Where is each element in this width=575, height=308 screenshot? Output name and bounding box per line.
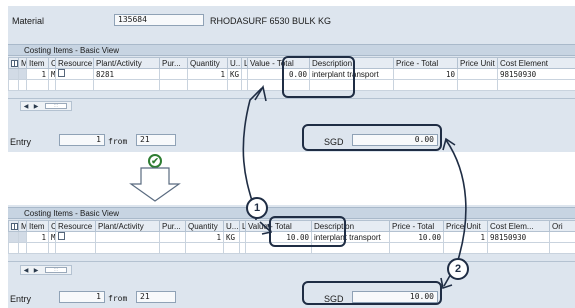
column-header[interactable]: Description bbox=[309, 57, 394, 69]
currency-label: SGD bbox=[324, 294, 344, 304]
total-field: 10.00 bbox=[352, 291, 438, 303]
row-selector[interactable] bbox=[8, 231, 19, 243]
material-description: RHODASURF 6530 BULK KG bbox=[210, 16, 332, 26]
column-header[interactable]: L bbox=[239, 220, 246, 232]
currency-label: SGD bbox=[324, 137, 344, 147]
column-header[interactable]: Ori bbox=[549, 220, 575, 232]
total-field: 0.00 bbox=[352, 134, 438, 146]
costing-items-table: M Item C Resource Plant/Activity Pur... … bbox=[8, 220, 575, 254]
scroll-left-icon[interactable]: ◀ bbox=[21, 267, 31, 274]
row-selector[interactable] bbox=[8, 68, 19, 80]
entry-field[interactable]: 1 bbox=[59, 291, 105, 303]
callout-1-badge: 1 bbox=[246, 197, 268, 219]
column-header[interactable]: Pur... bbox=[159, 220, 186, 232]
column-header[interactable]: C bbox=[48, 220, 56, 232]
from-field: 21 bbox=[136, 134, 176, 146]
table-row[interactable]: 1 M 1 KG 10.00 interplant transport 10.0… bbox=[8, 231, 575, 243]
table-header-row: M Item C Resource Plant/Activity Pur... … bbox=[8, 220, 575, 232]
plant-activity-cell[interactable]: 8281 bbox=[93, 68, 160, 80]
resource-cell[interactable] bbox=[55, 68, 94, 80]
from-label: from bbox=[108, 294, 128, 303]
column-header[interactable]: Pur... bbox=[159, 57, 188, 69]
scroll-thumb[interactable]: ::: bbox=[45, 103, 67, 109]
purchasing-cell[interactable] bbox=[159, 231, 186, 243]
column-header[interactable]: Value - Total bbox=[247, 57, 310, 69]
select-all-icon[interactable] bbox=[8, 57, 19, 69]
horizontal-scrollbar[interactable]: ◀ ▶ ::: bbox=[20, 265, 72, 275]
costing-items-table: M Item C Resource Plant/Activity Pur... … bbox=[8, 57, 575, 91]
value-total-cell[interactable]: 10.00 bbox=[245, 231, 312, 243]
category-cell[interactable]: M bbox=[48, 68, 56, 80]
column-header[interactable]: M bbox=[18, 57, 27, 69]
horizontal-scrollbar[interactable]: ◀ ▶ ::: bbox=[20, 101, 72, 111]
column-header[interactable]: Item bbox=[26, 220, 49, 232]
column-header[interactable]: Price Unit bbox=[443, 220, 488, 232]
column-header[interactable]: Quantity bbox=[185, 220, 224, 232]
down-arrow-icon bbox=[129, 167, 181, 202]
cost-element-cell[interactable]: 98150930 bbox=[487, 231, 550, 243]
column-header[interactable]: Plant/Activity bbox=[95, 220, 160, 232]
scroll-right-icon[interactable]: ▶ bbox=[31, 267, 41, 274]
description-cell[interactable]: interplant transport bbox=[309, 68, 394, 80]
column-header[interactable]: M bbox=[18, 220, 27, 232]
costing-panel-before: Material 135684 RHODASURF 6530 BULK KG C… bbox=[8, 6, 575, 152]
column-header[interactable]: C bbox=[48, 57, 56, 69]
plant-activity-cell[interactable] bbox=[95, 231, 160, 243]
material-label: Material bbox=[12, 16, 45, 26]
entry-field[interactable]: 1 bbox=[59, 134, 105, 146]
table-row[interactable]: 1 M 8281 1 KG 0.00 interplant transport … bbox=[8, 68, 575, 80]
category-cell[interactable]: M bbox=[48, 231, 56, 243]
quantity-cell[interactable]: 1 bbox=[187, 68, 228, 80]
table-title: Costing Items - Basic View bbox=[8, 44, 575, 56]
from-field: 21 bbox=[136, 291, 176, 303]
entry-label: Entry bbox=[10, 137, 32, 147]
resource-cell[interactable] bbox=[55, 231, 96, 243]
item-cell[interactable]: 1 bbox=[26, 68, 49, 80]
item-cell[interactable]: 1 bbox=[26, 231, 49, 243]
column-header[interactable]: Plant/Activity bbox=[93, 57, 160, 69]
material-number-field[interactable]: 135684 bbox=[114, 14, 204, 26]
value-total-cell[interactable]: 0.00 bbox=[247, 68, 310, 80]
table-header-row: M Item C Resource Plant/Activity Pur... … bbox=[8, 57, 575, 69]
column-header[interactable]: U... bbox=[223, 220, 240, 232]
purchasing-cell[interactable] bbox=[159, 68, 188, 80]
costing-panel-after: Costing Items - Basic View M Item C Reso… bbox=[8, 205, 575, 308]
price-unit-cell[interactable]: 1 bbox=[443, 231, 488, 243]
entry-label: Entry bbox=[10, 294, 32, 304]
price-total-cell[interactable]: 10 bbox=[393, 68, 458, 80]
empty-row bbox=[8, 242, 575, 254]
column-header[interactable]: Cost Element bbox=[497, 57, 575, 69]
scroll-thumb[interactable]: ::: bbox=[45, 267, 67, 273]
column-header[interactable]: Price - Total bbox=[393, 57, 458, 69]
column-header[interactable]: Price Unit bbox=[457, 57, 498, 69]
column-header[interactable]: Resource bbox=[55, 57, 94, 69]
price-unit-cell[interactable] bbox=[457, 68, 498, 80]
cost-element-cell[interactable]: 98150930 bbox=[497, 68, 575, 80]
price-total-cell[interactable]: 10.00 bbox=[389, 231, 444, 243]
quantity-cell[interactable]: 1 bbox=[185, 231, 224, 243]
document-icon[interactable] bbox=[58, 69, 65, 77]
description-cell[interactable]: interplant transport bbox=[311, 231, 390, 243]
column-header[interactable]: Cost Elem... bbox=[487, 220, 550, 232]
scroll-right-icon[interactable]: ▶ bbox=[31, 103, 41, 110]
scroll-left-icon[interactable]: ◀ bbox=[21, 103, 31, 110]
callout-2-badge: 2 bbox=[447, 258, 469, 280]
from-label: from bbox=[108, 137, 128, 146]
origin-cell[interactable] bbox=[549, 231, 575, 243]
column-header[interactable]: Quantity bbox=[187, 57, 228, 69]
unit-cell[interactable]: KG bbox=[227, 68, 242, 80]
column-header[interactable]: Value - Total bbox=[245, 220, 312, 232]
column-header[interactable]: Item bbox=[26, 57, 49, 69]
unit-cell[interactable]: KG bbox=[223, 231, 240, 243]
column-header[interactable]: L bbox=[241, 57, 248, 69]
column-header[interactable]: Resource bbox=[55, 220, 96, 232]
table-title: Costing Items - Basic View bbox=[8, 207, 575, 219]
select-all-icon[interactable] bbox=[8, 220, 19, 232]
checkmark-icon: ✔ bbox=[148, 154, 162, 168]
document-icon[interactable] bbox=[58, 232, 65, 240]
empty-row bbox=[8, 79, 575, 91]
column-header[interactable]: U... bbox=[227, 57, 242, 69]
column-header[interactable]: Description bbox=[311, 220, 390, 232]
column-header[interactable]: Price - Total bbox=[389, 220, 444, 232]
